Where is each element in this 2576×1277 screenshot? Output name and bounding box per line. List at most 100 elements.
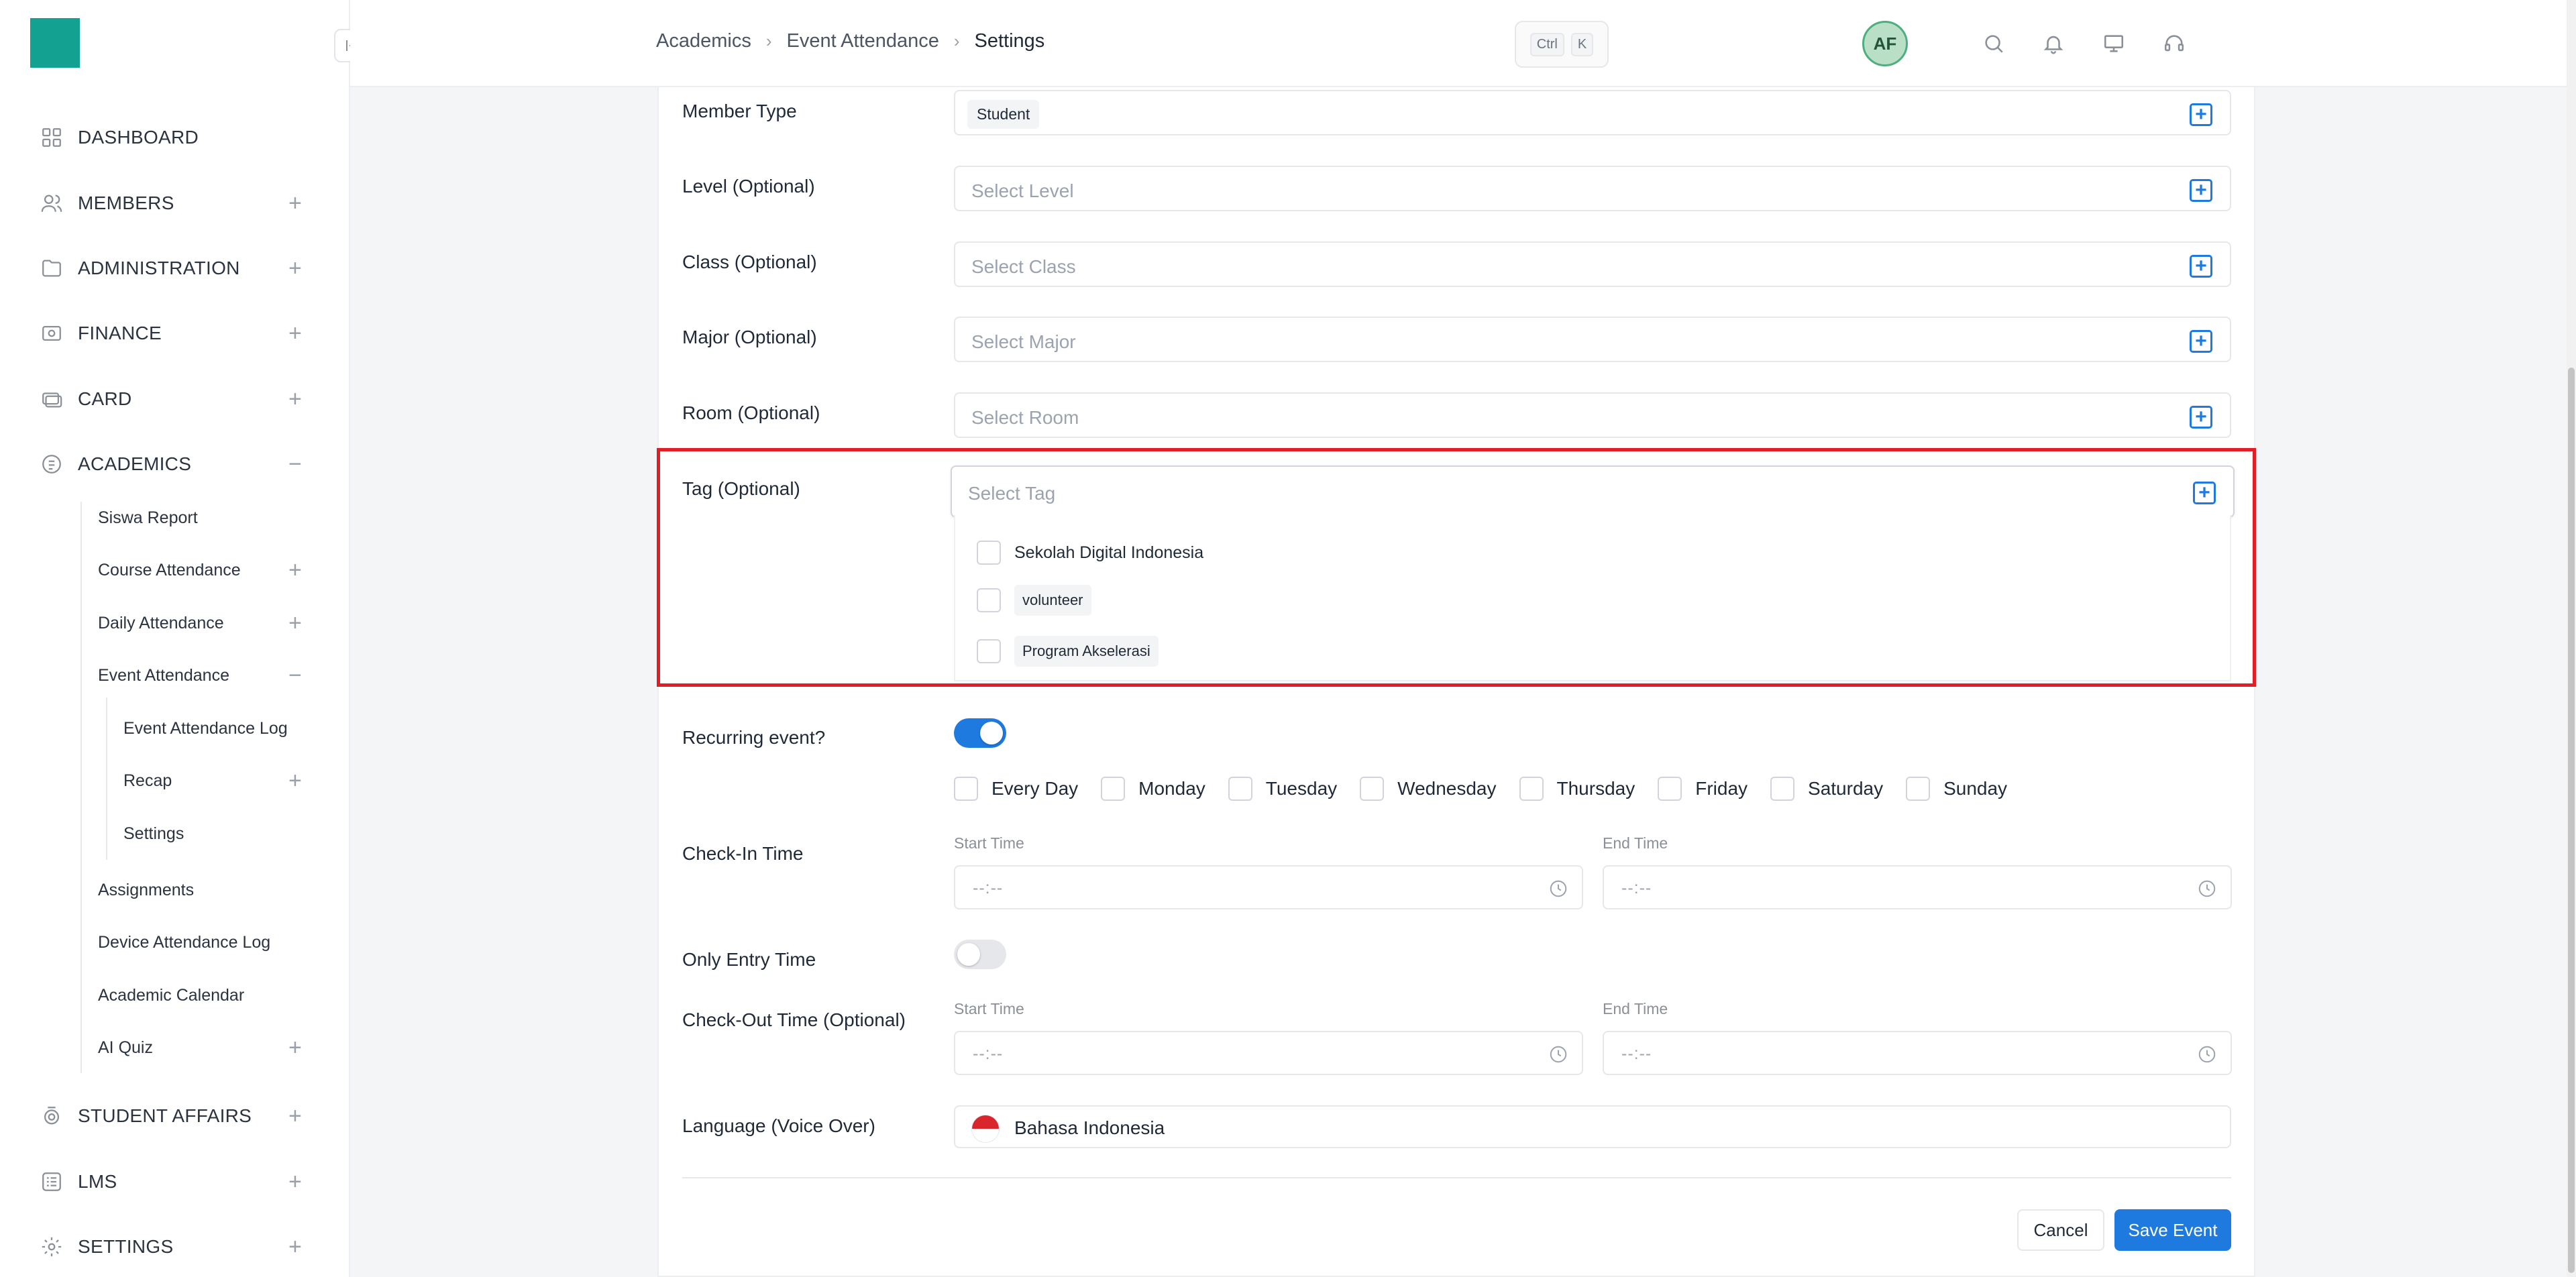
- search-icon[interactable]: [1977, 27, 2010, 60]
- tag-option[interactable]: Program Akselerasi: [977, 636, 1159, 667]
- recurring-toggle[interactable]: [954, 718, 1006, 748]
- sidebar-item-device-attendance-log[interactable]: Device Attendance Log: [98, 929, 270, 956]
- day-tuesday[interactable]: Tuesday: [1228, 777, 1337, 801]
- save-event-button[interactable]: Save Event: [2114, 1209, 2231, 1251]
- expand-recap-icon[interactable]: +: [288, 767, 302, 794]
- lms-icon: [39, 1169, 64, 1195]
- add-class-icon[interactable]: +: [2190, 255, 2212, 278]
- sidebar-item-daily-attendance[interactable]: Daily Attendance: [98, 610, 224, 636]
- avatar[interactable]: AF: [1862, 21, 1908, 66]
- expand-daily-attendance-icon[interactable]: +: [288, 610, 302, 636]
- sidebar-item-settings[interactable]: SETTINGS: [39, 1230, 173, 1264]
- day-friday[interactable]: Friday: [1658, 777, 1748, 801]
- logo[interactable]: [30, 18, 80, 68]
- add-member-type-icon[interactable]: +: [2190, 103, 2212, 126]
- tag-option[interactable]: Sekolah Digital Indonesia: [977, 541, 1203, 565]
- day-every-day[interactable]: Every Day: [954, 777, 1078, 801]
- only-entry-toggle[interactable]: [954, 940, 1006, 969]
- headset-icon[interactable]: [2157, 27, 2191, 60]
- expand-card-icon[interactable]: +: [288, 386, 302, 412]
- day-checkbox[interactable]: [954, 777, 978, 801]
- sidebar-item-event-attendance-log[interactable]: Event Attendance Log: [123, 715, 288, 742]
- collapse-event-attendance-icon[interactable]: −: [288, 662, 302, 689]
- add-level-icon[interactable]: +: [2190, 179, 2212, 202]
- sidebar-item-ai-quiz[interactable]: AI Quiz: [98, 1034, 153, 1061]
- sidebar-item-siswa-report[interactable]: Siswa Report: [98, 504, 198, 531]
- level-label: Level (Optional): [682, 176, 815, 197]
- expand-members-icon[interactable]: +: [288, 190, 302, 217]
- expand-ai-quiz-icon[interactable]: +: [288, 1034, 302, 1061]
- check-in-end-input[interactable]: --:--: [1603, 865, 2232, 909]
- sidebar-item-assignments[interactable]: Assignments: [98, 877, 194, 903]
- level-select[interactable]: Select Level +: [954, 166, 2231, 211]
- sidebar-item-academic-calendar[interactable]: Academic Calendar: [98, 982, 244, 1009]
- sidebar-item-administration[interactable]: ADMINISTRATION: [39, 252, 240, 285]
- add-tag-icon[interactable]: +: [2193, 482, 2216, 504]
- sidebar-item-course-attendance[interactable]: Course Attendance: [98, 557, 241, 584]
- sidebar-item-lms[interactable]: LMS: [39, 1165, 117, 1199]
- check-out-end-input[interactable]: --:--: [1603, 1031, 2232, 1075]
- sidebar-item-academics[interactable]: ACADEMICS: [39, 447, 191, 481]
- time-value: --:--: [1621, 1044, 1652, 1063]
- cancel-button[interactable]: Cancel: [2017, 1209, 2104, 1251]
- day-label: Tuesday: [1265, 778, 1338, 799]
- expand-student-affairs-icon[interactable]: +: [288, 1103, 302, 1129]
- expand-finance-icon[interactable]: +: [288, 320, 302, 347]
- only-entry-label: Only Entry Time: [682, 949, 816, 970]
- tag-option-checkbox[interactable]: [977, 639, 1001, 663]
- command-palette-shortcut[interactable]: Ctrl K: [1515, 21, 1609, 68]
- tag-placeholder: Select Tag: [968, 483, 1056, 504]
- day-sunday[interactable]: Sunday: [1906, 777, 2007, 801]
- tag-option-checkbox[interactable]: [977, 541, 1001, 565]
- sidebar-item-settings-active[interactable]: Settings: [123, 820, 184, 847]
- expand-administration-icon[interactable]: +: [288, 255, 302, 282]
- chevron-right-icon: ›: [953, 31, 960, 51]
- room-placeholder: Select Room: [971, 407, 1079, 428]
- sidebar-item-recap[interactable]: Recap: [123, 767, 172, 794]
- class-select[interactable]: Select Class +: [954, 241, 2231, 287]
- expand-lms-icon[interactable]: +: [288, 1168, 302, 1195]
- day-checkbox[interactable]: [1658, 777, 1682, 801]
- tag-select[interactable]: Select Tag +: [951, 465, 2235, 518]
- breadcrumb-event-attendance[interactable]: Event Attendance: [787, 30, 939, 52]
- sidebar-item-card[interactable]: CARD: [39, 382, 132, 416]
- language-select[interactable]: Bahasa Indonesia: [954, 1105, 2231, 1148]
- expand-course-attendance-icon[interactable]: +: [288, 557, 302, 584]
- check-out-start-input[interactable]: --:--: [954, 1031, 1583, 1075]
- sidebar-item-members[interactable]: MEMBERS: [39, 186, 174, 220]
- member-type-select[interactable]: Student +: [954, 90, 2231, 135]
- tag-option[interactable]: volunteer: [977, 585, 1091, 616]
- sidebar-item-dashboard[interactable]: DASHBOARD: [39, 121, 199, 154]
- scrollbar-thumb[interactable]: [2568, 368, 2575, 1273]
- day-checkbox[interactable]: [1228, 777, 1252, 801]
- monitor-icon[interactable]: [2097, 27, 2131, 60]
- sidebar-item-event-attendance[interactable]: Event Attendance: [98, 662, 229, 689]
- clock-icon: [2198, 880, 2216, 897]
- class-placeholder: Select Class: [971, 256, 1076, 277]
- add-major-icon[interactable]: +: [2190, 330, 2212, 353]
- clock-icon: [2198, 1046, 2216, 1063]
- time-value: --:--: [973, 1044, 1004, 1063]
- major-select[interactable]: Select Major +: [954, 317, 2231, 362]
- time-value: --:--: [973, 879, 1004, 897]
- day-checkbox[interactable]: [1770, 777, 1795, 801]
- sidebar-item-finance[interactable]: FINANCE: [39, 317, 162, 350]
- day-checkbox[interactable]: [1519, 777, 1544, 801]
- day-saturday[interactable]: Saturday: [1770, 777, 1883, 801]
- day-thursday[interactable]: Thursday: [1519, 777, 1635, 801]
- bell-icon[interactable]: [2037, 27, 2070, 60]
- room-select[interactable]: Select Room +: [954, 392, 2231, 438]
- day-checkbox[interactable]: [1101, 777, 1126, 801]
- day-checkboxes: Every Day Monday Tuesday Wednesday Thurs…: [954, 777, 2030, 801]
- collapse-academics-icon[interactable]: −: [288, 451, 302, 478]
- sidebar-item-student-affairs[interactable]: STUDENT AFFAIRS: [39, 1099, 252, 1133]
- day-checkbox[interactable]: [1906, 777, 1931, 801]
- tag-option-checkbox[interactable]: [977, 588, 1001, 612]
- day-wednesday[interactable]: Wednesday: [1360, 777, 1497, 801]
- check-in-start-input[interactable]: --:--: [954, 865, 1583, 909]
- day-checkbox[interactable]: [1360, 777, 1385, 801]
- expand-settings-icon[interactable]: +: [288, 1233, 302, 1260]
- breadcrumb-academics[interactable]: Academics: [656, 30, 751, 52]
- day-monday[interactable]: Monday: [1101, 777, 1205, 801]
- add-room-icon[interactable]: +: [2190, 406, 2212, 429]
